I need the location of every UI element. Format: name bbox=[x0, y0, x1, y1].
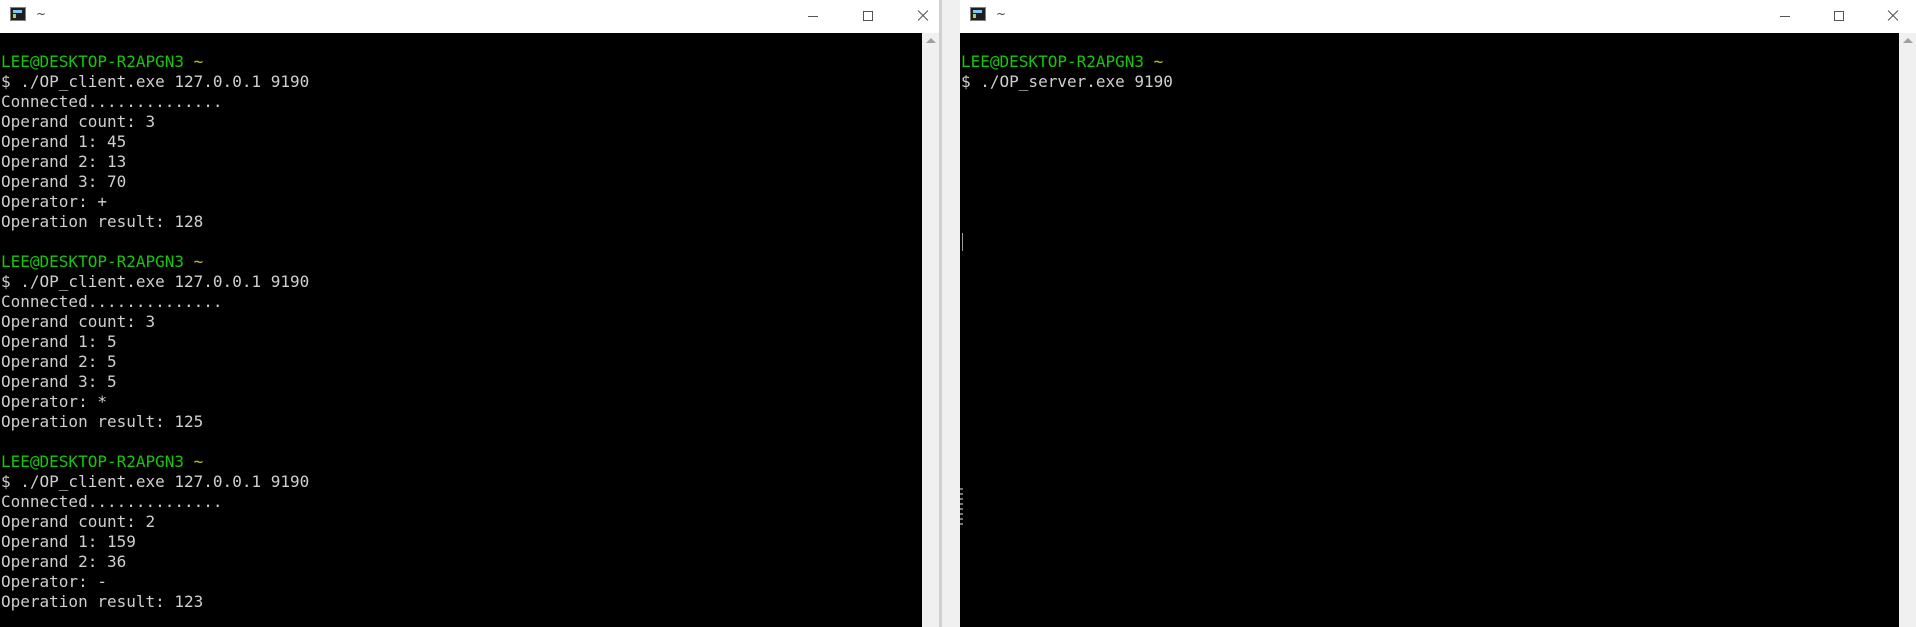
output-line: Operand count: 3 bbox=[1, 312, 156, 331]
prompt-directory: ~ bbox=[1153, 52, 1164, 71]
output-line: Operation result: 123 bbox=[1, 592, 204, 611]
output-line: Operand 2: 13 bbox=[1, 152, 127, 171]
output-line: Operator: - bbox=[1, 572, 107, 591]
command-line: $ ./OP_client.exe 127.0.0.1 9190 bbox=[1, 72, 310, 91]
output-line: Operation result: 125 bbox=[1, 412, 204, 431]
title-bar[interactable]: ~ bbox=[0, 0, 939, 32]
output-line: Operand 1: 45 bbox=[1, 132, 127, 151]
resize-grip[interactable] bbox=[960, 488, 963, 528]
output-line: Operator: * bbox=[1, 392, 107, 411]
terminal-text: LEE@DESKTOP-R2APGN3 ~ $ ./OP_client.exe 1… bbox=[1, 52, 309, 612]
window-title: ~ bbox=[36, 7, 47, 21]
command-line: $ ./OP_client.exe 127.0.0.1 9190 bbox=[1, 472, 310, 491]
prompt-user-host: LEE@DESKTOP-R2APGN3 bbox=[1, 252, 185, 271]
output-line: Operand 1: 159 bbox=[1, 532, 136, 551]
command-line: $ ./OP_client.exe 127.0.0.1 9190 bbox=[1, 272, 310, 291]
output-line: Connected.............. bbox=[1, 492, 223, 511]
client-terminal-window[interactable]: ~ LEE@DESKTOP-R2APGN3 ~ $ ./OP_client.exe… bbox=[0, 0, 939, 627]
output-line: Connected.............. bbox=[1, 92, 223, 111]
prompt-directory: ~ bbox=[193, 252, 204, 271]
output-line: Operand 2: 5 bbox=[1, 352, 117, 371]
prompt-user-host: LEE@DESKTOP-R2APGN3 bbox=[1, 452, 185, 471]
maximize-button[interactable] bbox=[1816, 0, 1862, 32]
terminal-output-area[interactable]: LEE@DESKTOP-R2APGN3 ~ $ ./OP_client.exe 1… bbox=[0, 33, 939, 627]
close-button[interactable] bbox=[900, 0, 939, 32]
terminal-output-area[interactable]: LEE@DESKTOP-R2APGN3 ~ $ ./OP_server.exe 9… bbox=[960, 33, 1916, 627]
scroll-up-arrow-icon[interactable] bbox=[1903, 38, 1913, 43]
output-line: Operator: + bbox=[1, 192, 107, 211]
command-line: $ ./OP_server.exe 9190 bbox=[961, 72, 1173, 91]
output-line: Operand count: 2 bbox=[1, 512, 156, 531]
server-terminal-window[interactable]: ~ LEE@DESKTOP-R2APGN3 ~ $ ./OP_server.exe… bbox=[960, 0, 1916, 627]
maximize-button[interactable] bbox=[845, 0, 891, 32]
prompt-line: LEE@DESKTOP-R2APGN3 ~ bbox=[1, 52, 309, 72]
prompt-directory: ~ bbox=[193, 452, 204, 471]
vertical-scrollbar[interactable] bbox=[1899, 33, 1916, 627]
window-title: ~ bbox=[996, 7, 1007, 21]
output-line: Connected.............. bbox=[1, 292, 223, 311]
prompt-line: LEE@DESKTOP-R2APGN3 ~ bbox=[1, 252, 309, 272]
terminal-app-icon[interactable] bbox=[970, 7, 986, 21]
close-button[interactable] bbox=[1870, 0, 1916, 32]
prompt-user-host: LEE@DESKTOP-R2APGN3 bbox=[961, 52, 1145, 71]
minimize-button[interactable] bbox=[1762, 0, 1808, 32]
prompt-line: LEE@DESKTOP-R2APGN3 ~ bbox=[961, 52, 1173, 72]
minimize-button[interactable] bbox=[790, 0, 836, 32]
text-cursor bbox=[962, 233, 963, 251]
vertical-scrollbar[interactable] bbox=[922, 33, 939, 627]
prompt-user-host: LEE@DESKTOP-R2APGN3 bbox=[1, 52, 185, 71]
output-line: Operation result: 128 bbox=[1, 212, 204, 231]
output-line: Operand 3: 70 bbox=[1, 172, 127, 191]
output-line: Operand 2: 36 bbox=[1, 552, 127, 571]
title-bar[interactable]: ~ bbox=[960, 0, 1916, 32]
output-line: Operand count: 3 bbox=[1, 112, 156, 131]
desktop-gap bbox=[939, 0, 960, 627]
prompt-directory: ~ bbox=[193, 52, 204, 71]
prompt-line: LEE@DESKTOP-R2APGN3 ~ bbox=[1, 452, 309, 472]
output-line: Operand 1: 5 bbox=[1, 332, 117, 351]
terminal-app-icon[interactable] bbox=[10, 7, 26, 21]
terminal-text: LEE@DESKTOP-R2APGN3 ~ $ ./OP_server.exe 9… bbox=[961, 52, 1173, 92]
scroll-up-arrow-icon[interactable] bbox=[926, 38, 936, 43]
output-line: Operand 3: 5 bbox=[1, 372, 117, 391]
